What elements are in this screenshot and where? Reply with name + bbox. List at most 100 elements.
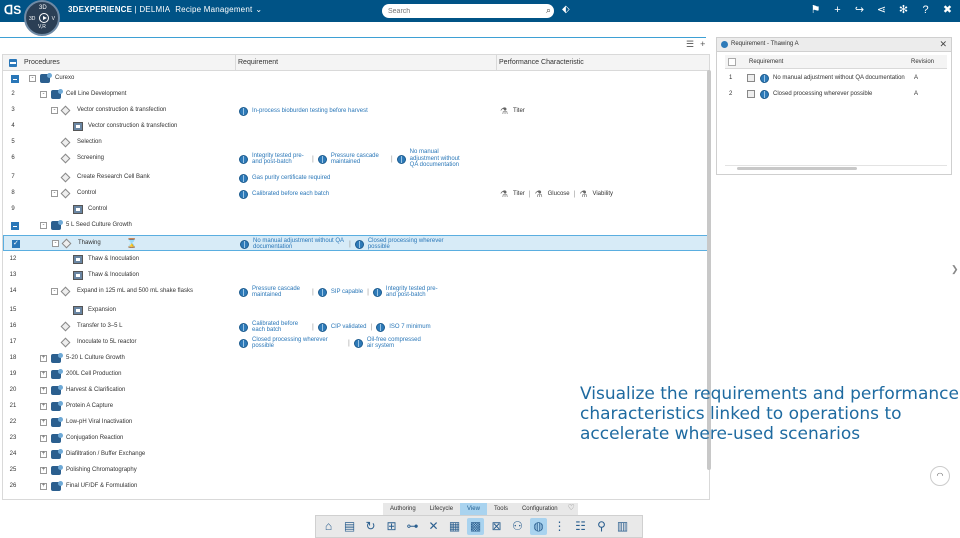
tab-configuration[interactable]: Configuration [515, 503, 565, 515]
table-row[interactable]: 15 Expansion [3, 303, 709, 319]
edit-icon[interactable] [747, 90, 755, 98]
requirement-link[interactable]: SIP capable [331, 289, 363, 296]
home-icon[interactable]: ⌂ [320, 518, 337, 535]
requirement-link[interactable]: Integrity tested pre- and post-batch [252, 153, 308, 166]
table-row[interactable]: 7 Create Research Cell Bank Gas purity cer… [3, 170, 709, 186]
expand-toggle-icon[interactable]: + [40, 371, 47, 378]
search-input[interactable] [388, 5, 538, 17]
requirement-link[interactable]: Closed processing wherever possible [252, 337, 344, 350]
table-row[interactable]: 5 Selection [3, 135, 709, 151]
expand-toggle-icon[interactable]: - [51, 107, 58, 114]
expand-toggle-icon[interactable]: - [51, 190, 58, 197]
requirement-row[interactable]: 2 Closed processing wherever possible A [725, 86, 947, 102]
refresh-icon[interactable]: ↻ [362, 518, 379, 535]
table-row[interactable]: 3 - Vector construction & transfection In-p… [3, 103, 709, 119]
requirement-link[interactable]: ISO 7 minimum [389, 324, 430, 331]
requirement-link[interactable]: CIP validated [331, 324, 367, 331]
expand-toggle-icon[interactable]: + [40, 483, 47, 490]
row-checkbox[interactable] [11, 75, 19, 83]
table-row[interactable]: 4 Vector construction & transfection [3, 119, 709, 135]
tab-authoring[interactable]: Authoring [383, 503, 423, 515]
tab-view[interactable]: View [460, 503, 487, 515]
app-brand[interactable]: 3DEXPERIENCE | DELMIA Recipe Management ⌄ [68, 5, 262, 14]
col-revision[interactable]: Revision [911, 59, 934, 65]
tag-icon[interactable]: ⬖ [562, 4, 570, 15]
table-row[interactable]: 12 Thaw & Inoculation [3, 252, 709, 268]
expand-toggle-icon[interactable]: + [40, 403, 47, 410]
add-icon[interactable]: + [831, 3, 844, 17]
tree-settings-icon[interactable]: ☰ [686, 39, 694, 49]
table-row[interactable]: 24 + Diafiltration / Buffer Exchange [3, 447, 709, 463]
table-icon[interactable]: ▦ [446, 518, 463, 535]
requirement-link[interactable]: No manual adjustment without QA document… [410, 149, 466, 169]
col-separator[interactable] [496, 55, 497, 71]
col-separator[interactable] [235, 55, 236, 71]
table-row[interactable]: 19 +200L Cell Production [3, 367, 709, 383]
select-all-checkbox[interactable] [9, 59, 17, 67]
share-arrow-icon[interactable]: ↪ [853, 3, 866, 17]
close-icon[interactable]: ✕ [939, 39, 947, 50]
requirement-link[interactable]: Pressure cascade maintained [331, 153, 387, 166]
grid-view-icon[interactable]: ▩ [467, 518, 484, 535]
requirement-link[interactable]: Closed processing wherever possible [368, 238, 460, 251]
chat-bubble-icon[interactable]: ◠ [930, 466, 950, 486]
dassault-logo-icon[interactable]: ᗡS [4, 3, 21, 19]
requirement-link[interactable]: Integrity tested pre- and post-batch [386, 286, 442, 299]
cut-icon[interactable]: ✕ [425, 518, 442, 535]
table-row[interactable]: 2 - Cell Line Development [3, 87, 709, 103]
tab-tools[interactable]: Tools [487, 503, 515, 515]
table-row[interactable]: - Curexo [3, 71, 709, 87]
list-icon[interactable]: ☷ [572, 518, 589, 535]
requirement-row[interactable]: 1 No manual adjustment without QA docume… [725, 70, 947, 86]
table-row[interactable]: 9 Control [3, 202, 709, 218]
apps-icon[interactable]: ✻ [897, 3, 910, 17]
share-network-icon[interactable]: ⋖ [875, 3, 888, 17]
col-requirement[interactable]: Requirement [749, 59, 783, 65]
expand-toggle-icon[interactable]: + [40, 451, 47, 458]
table-row[interactable]: 26 + Final UF/DF & Formulation [3, 479, 709, 495]
expand-toggle-icon[interactable]: - [40, 222, 47, 229]
table-row[interactable]: 13 Thaw & Inoculation [3, 268, 709, 284]
requirement-link[interactable]: No manual adjustment without QA document… [253, 238, 345, 251]
table-row[interactable]: - 5 L Seed Culture Growth [3, 218, 709, 234]
compass-toggle-icon[interactable]: ✖ [941, 3, 954, 17]
requirement-globe-icon[interactable]: ◍ [530, 518, 547, 535]
table-row[interactable]: 16 Transfer to 3–5 L Calibrated before eac… [3, 319, 709, 335]
col-performance[interactable]: Performance Characteristic [499, 59, 584, 66]
requirement-link[interactable]: Pressure cascade maintained [252, 286, 308, 299]
expand-toggle-icon[interactable]: + [40, 355, 47, 362]
structure-icon[interactable]: ⊞ [383, 518, 400, 535]
expand-toggle-icon[interactable]: + [40, 419, 47, 426]
play-icon[interactable] [39, 13, 49, 23]
table-row[interactable]: 6 Screening Integrity tested pre- and post… [3, 149, 709, 169]
filter-icon[interactable]: ⊠ [488, 518, 505, 535]
hierarchy-icon[interactable]: ⊶ [404, 518, 421, 535]
col-requirement[interactable]: Requirement [238, 59, 278, 66]
select-all-checkbox[interactable] [728, 58, 736, 66]
tree-icon[interactable]: ⋮ [551, 518, 568, 535]
table-row[interactable]: 25 + Polishing Chromatography [3, 463, 709, 479]
help-icon[interactable]: ? [919, 3, 932, 17]
expand-toggle-icon[interactable]: - [29, 75, 36, 82]
requirement-link[interactable]: Calibrated before each batch [252, 191, 329, 198]
table-row[interactable]: - Thawing ⌛ No manual adjustment without QA… [3, 235, 709, 251]
col-procedures[interactable]: Procedures [24, 59, 60, 66]
expand-toggle-icon[interactable]: - [51, 288, 58, 295]
panel-icon[interactable]: ▥ [614, 518, 631, 535]
edit-icon[interactable] [747, 74, 755, 82]
search-box[interactable]: ⌕ [382, 4, 554, 18]
search-icon[interactable]: ⌕ [546, 5, 551, 16]
panel-horizontal-scrollbar[interactable] [737, 167, 857, 170]
find-icon[interactable]: ⚲ [593, 518, 610, 535]
tree-add-icon[interactable]: + [700, 39, 705, 49]
requirement-link[interactable]: Calibrated before each batch [252, 321, 308, 334]
compass-widget[interactable]: 3D 3D V V,R [24, 0, 60, 36]
chevron-right-icon[interactable]: ❯ [951, 264, 959, 275]
table-row[interactable]: 14 - Expand in 125 mL and 500 mL shake fla… [3, 284, 709, 300]
tab-lifecycle[interactable]: Lifecycle [423, 503, 460, 515]
requirement-link[interactable]: Oil-free compressed air system [367, 337, 423, 350]
chevron-down-icon[interactable]: ⌄ [255, 5, 262, 14]
bookmark-flag-icon[interactable]: ⚑ [809, 3, 822, 17]
table-row[interactable]: 17 Inoculate to 5L reactor Closed processi… [3, 335, 709, 351]
expand-toggle-icon[interactable]: - [52, 240, 59, 247]
